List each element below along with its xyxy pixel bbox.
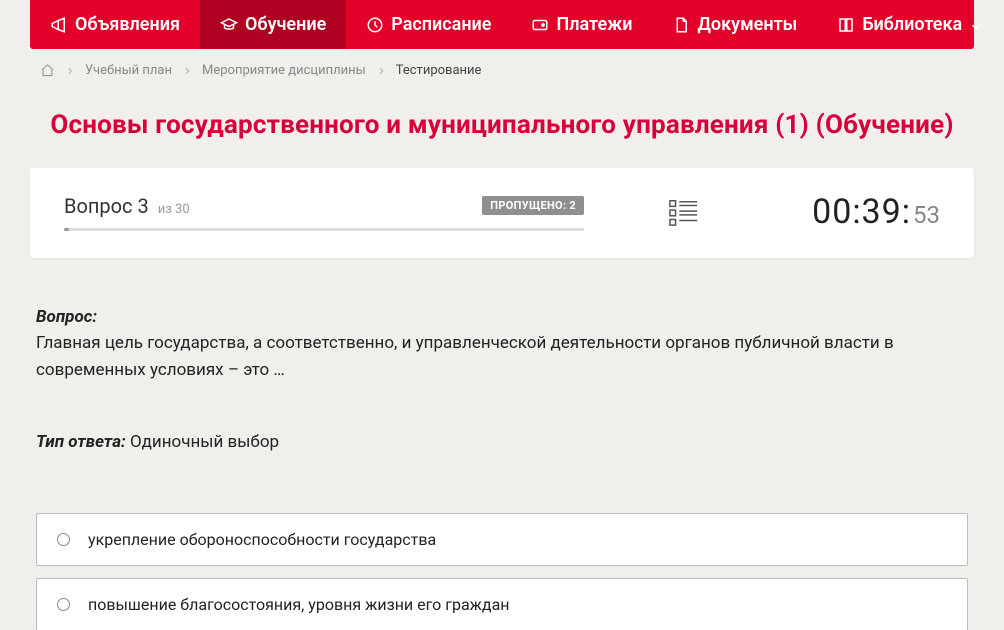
nav-label: Расписание (391, 14, 491, 35)
timer: 00:39:53 (812, 192, 940, 232)
progress-fill (64, 228, 69, 231)
question-number: 3 (137, 194, 148, 218)
breadcrumb-item[interactable]: Мероприятие дисциплины (202, 63, 366, 78)
question-text: Главная цель государства, а соответствен… (36, 330, 968, 383)
radio-icon (57, 598, 70, 611)
skipped-badge[interactable]: ПРОПУЩЕНО: 2 (482, 196, 584, 215)
answer-type-value: Одиночный выбор (126, 432, 279, 452)
progress-section: Вопрос 3 из 30 ПРОПУЩЕНО: 2 (64, 194, 584, 231)
nav-item-announcements[interactable]: Объявления (30, 0, 200, 49)
megaphone-icon (50, 16, 68, 34)
answer-text: повышение благосостояния, уровня жизни е… (88, 595, 510, 614)
wallet-icon (531, 16, 549, 34)
answer-list: укрепление обороноспособности государств… (30, 513, 974, 630)
answer-text: укрепление обороноспособности государств… (88, 530, 436, 549)
document-icon (672, 16, 690, 34)
chevron-right-icon (65, 66, 75, 76)
question-counter: Вопрос 3 из 30 (64, 194, 190, 218)
book-icon (837, 16, 855, 34)
progress-bar (64, 228, 584, 231)
timer-main: 00:39: (812, 192, 911, 232)
nav-item-schedule[interactable]: Расписание (346, 0, 511, 49)
question-total: из 30 (158, 202, 190, 217)
chevron-right-icon (182, 66, 192, 76)
timer-seconds: 53 (913, 201, 940, 229)
breadcrumb-item-current: Тестирование (396, 63, 482, 78)
page-title: Основы государственного и муниципального… (30, 110, 974, 140)
clock-icon (366, 16, 384, 34)
question-block: Вопрос: Главная цель государства, а соот… (30, 304, 974, 455)
nav-item-library[interactable]: Библиотека (817, 0, 1003, 49)
nav-item-learning[interactable]: Обучение (200, 0, 346, 49)
question-label: Вопрос: (36, 307, 97, 327)
radio-icon (57, 533, 70, 546)
nav-item-payments[interactable]: Платежи (511, 0, 652, 49)
home-icon[interactable] (40, 63, 55, 78)
nav-label: Библиотека (862, 14, 962, 35)
breadcrumb: Учебный план Мероприятие дисциплины Тест… (30, 49, 974, 88)
nav-label: Платежи (556, 14, 632, 35)
status-bar: Вопрос 3 из 30 ПРОПУЩЕНО: 2 (30, 168, 974, 258)
nav-label: Обучение (245, 14, 326, 35)
answer-option[interactable]: повышение благосостояния, уровня жизни е… (36, 578, 968, 630)
answer-option[interactable]: укрепление обороноспособности государств… (36, 513, 968, 566)
answer-type-label: Тип ответа: (36, 432, 126, 452)
main-nav: Объявления Обучение Расписание Платежи (30, 0, 974, 49)
chevron-right-icon (376, 66, 386, 76)
breadcrumb-item[interactable]: Учебный план (85, 63, 172, 78)
nav-label: Документы (697, 14, 797, 35)
graduation-cap-icon (220, 16, 238, 34)
chevron-down-icon (969, 18, 983, 32)
nav-item-documents[interactable]: Документы (652, 0, 817, 49)
nav-label: Объявления (75, 14, 180, 35)
question-word: Вопрос (64, 194, 133, 218)
question-list-button[interactable] (669, 198, 699, 226)
